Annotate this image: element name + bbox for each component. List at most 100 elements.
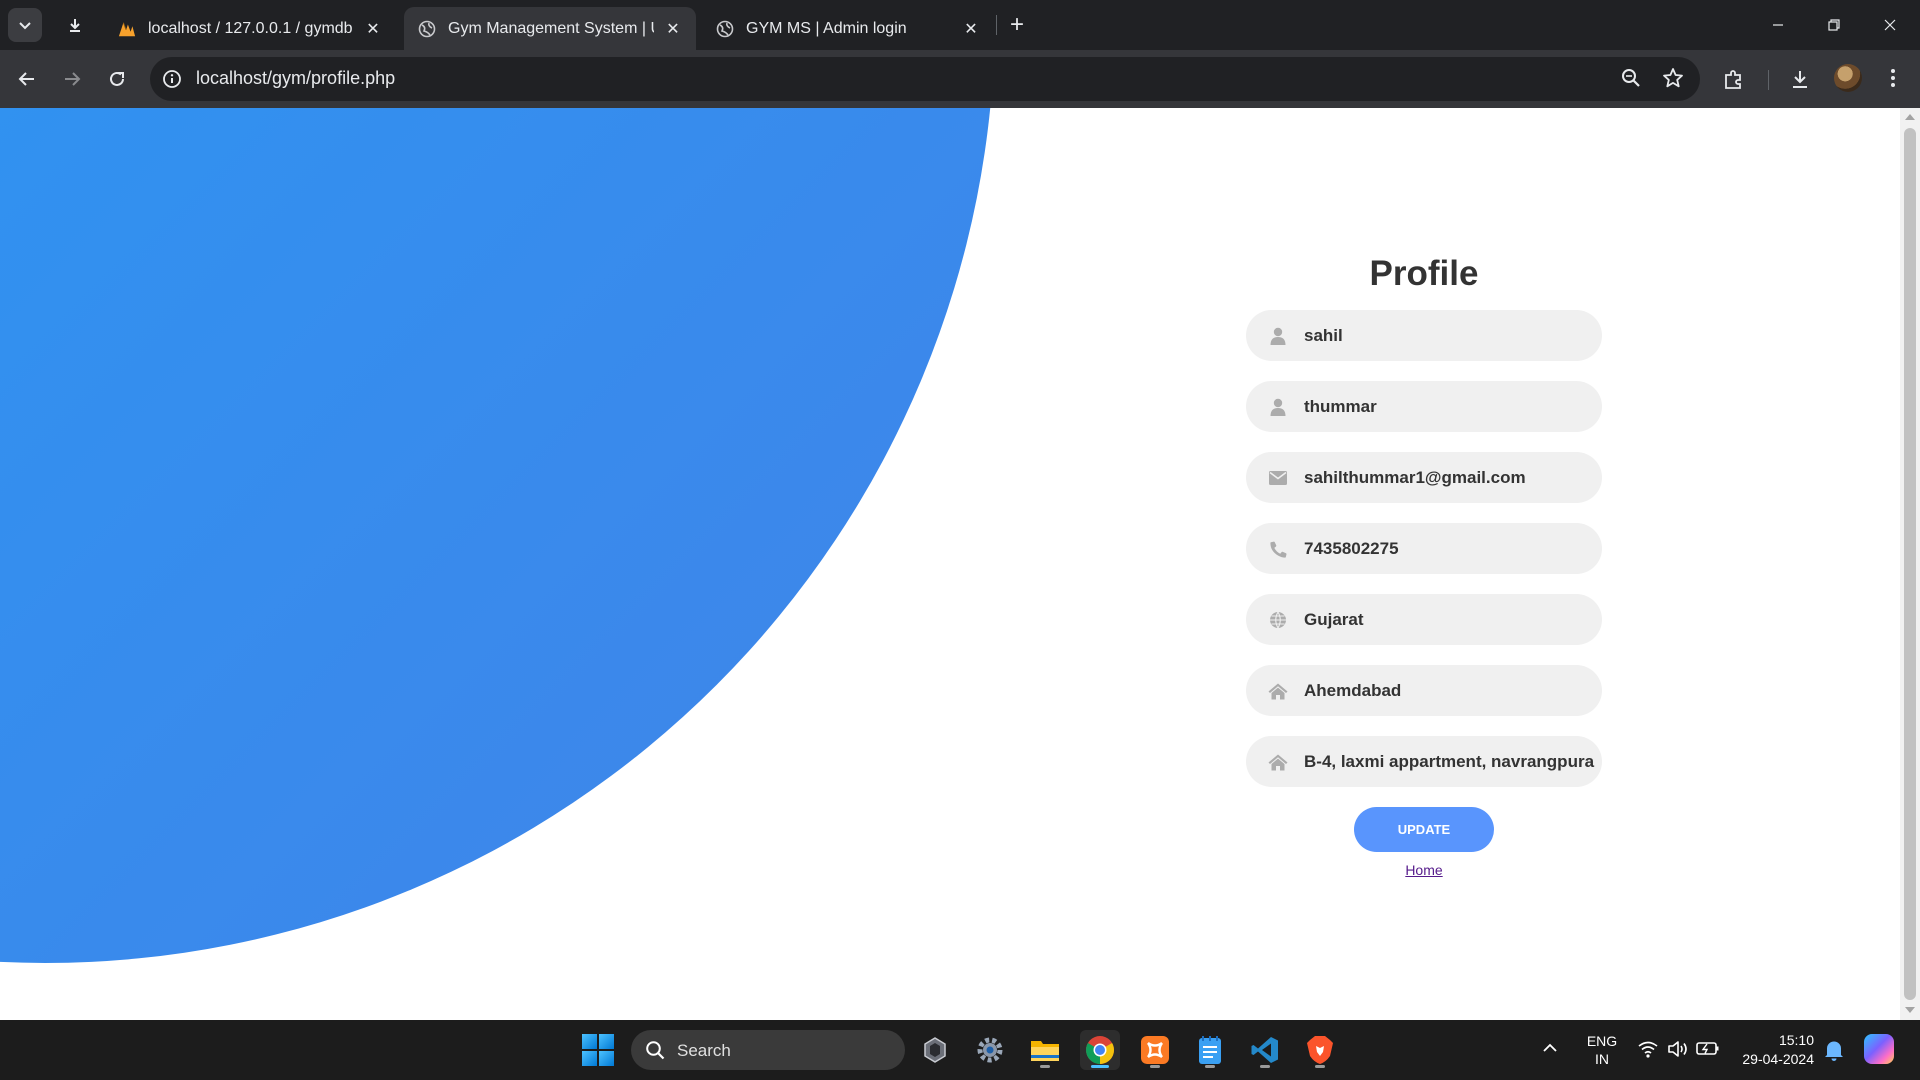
update-button[interactable]: UPDATE [1354, 807, 1494, 852]
user-icon [1268, 326, 1288, 346]
download-icon[interactable] [1789, 68, 1811, 95]
close-icon[interactable]: ✕ [960, 18, 982, 40]
home-icon [1268, 752, 1288, 772]
task-view-button[interactable] [915, 1030, 955, 1070]
tab-label: GYM MS | Admin login [746, 19, 907, 37]
tab-search-button[interactable] [8, 8, 42, 42]
settings-app[interactable] [970, 1030, 1010, 1070]
wifi-icon[interactable] [1638, 1040, 1658, 1063]
close-icon[interactable]: ✕ [662, 18, 684, 40]
page-viewport: Profile sahil thummar sahilthummar1@gmai… [0, 108, 1900, 1020]
address-bar[interactable]: localhost/gym/profile.php [150, 57, 1700, 101]
state-input[interactable] [1304, 594, 1596, 645]
window-close-button[interactable] [1862, 0, 1918, 50]
tab-label: localhost / 127.0.0.1 / gymdb | p [148, 19, 354, 37]
chrome-app[interactable] [1080, 1030, 1120, 1070]
tab-gym-management-system[interactable]: Gym Management System | User ✕ [404, 7, 696, 50]
phone-field[interactable] [1246, 523, 1602, 574]
running-indicator [1315, 1065, 1325, 1068]
tab-phpmyadmin[interactable]: localhost / 127.0.0.1 / gymdb | p ✕ [104, 7, 396, 50]
home-icon [1268, 681, 1288, 701]
brave-icon [1307, 1036, 1333, 1064]
minimize-button[interactable] [1750, 0, 1806, 50]
globe-icon [418, 20, 436, 38]
puzzle-icon[interactable] [1723, 68, 1745, 95]
toolbar-separator [1768, 70, 1769, 90]
info-icon[interactable] [160, 67, 184, 91]
clock-time: 15:10 [1778, 1032, 1814, 1048]
restore-button[interactable] [1806, 0, 1862, 50]
last-name-input[interactable] [1304, 381, 1596, 432]
arrow-left-icon [18, 72, 34, 86]
address-field[interactable] [1246, 736, 1602, 787]
search-icon [645, 1040, 665, 1065]
tab-separator [996, 15, 997, 35]
chevron-down-icon [19, 22, 31, 30]
globe-icon [716, 20, 734, 38]
taskbar-search-label: Search [677, 1041, 731, 1060]
more-vert-icon[interactable] [1882, 66, 1904, 95]
city-field[interactable] [1246, 665, 1602, 716]
phone-input[interactable] [1304, 523, 1596, 574]
start-tile [582, 1034, 597, 1049]
browser-tab-bar: localhost / 127.0.0.1 / gymdb | p ✕ Gym … [0, 0, 1920, 50]
scroll-thumb[interactable] [1904, 128, 1916, 1000]
reload-button[interactable] [99, 61, 135, 97]
xampp-app[interactable] [1135, 1030, 1175, 1070]
star-icon[interactable] [1662, 67, 1684, 94]
battery-icon[interactable] [1696, 1040, 1720, 1061]
volume-icon[interactable] [1667, 1040, 1689, 1063]
bell-icon[interactable] [1824, 1039, 1844, 1066]
state-field[interactable] [1246, 594, 1602, 645]
file-explorer-icon [1031, 1041, 1059, 1061]
city-input[interactable] [1304, 665, 1596, 716]
user-icon [1268, 397, 1288, 417]
scroll-down-arrow[interactable] [1905, 1007, 1915, 1013]
background-circle [0, 108, 995, 963]
vscode-icon [1251, 1037, 1278, 1063]
back-button[interactable] [9, 61, 45, 97]
close-icon[interactable]: ✕ [362, 18, 384, 40]
language-indicator[interactable]: ENG IN [1580, 1032, 1624, 1068]
running-indicator [1040, 1065, 1050, 1068]
page-scrollbar[interactable] [1900, 108, 1920, 1020]
url-text[interactable]: localhost/gym/profile.php [196, 68, 395, 89]
xampp-icon [1141, 1036, 1169, 1064]
taskbar-search-box[interactable]: Search [631, 1030, 905, 1070]
zoom-icon[interactable] [1620, 67, 1642, 94]
avatar[interactable] [1834, 64, 1862, 92]
first-name-field[interactable] [1246, 310, 1602, 361]
windows-taskbar: Search ENG IN 15:10 29-04-2024 [0, 1020, 1920, 1080]
home-link[interactable]: Home [1246, 862, 1602, 878]
clock-date: 29-04-2024 [1742, 1051, 1814, 1067]
tab-label: Gym Management System | User [448, 19, 654, 37]
tab-admin-login[interactable]: GYM MS | Admin login ✕ [702, 7, 994, 50]
active-indicator [1091, 1065, 1109, 1068]
start-tile [599, 1051, 614, 1066]
phpmyadmin-icon [118, 20, 136, 38]
chevron-up-icon[interactable] [1542, 1040, 1558, 1061]
phone-icon [1268, 539, 1288, 559]
brave-app[interactable] [1300, 1030, 1340, 1070]
forward-button[interactable] [54, 61, 90, 97]
windows-start-icon[interactable] [582, 1034, 614, 1066]
address-input[interactable] [1304, 736, 1596, 787]
region-code: IN [1595, 1051, 1609, 1067]
last-name-field[interactable] [1246, 381, 1602, 432]
running-indicator [1260, 1065, 1270, 1068]
notepad-app[interactable] [1190, 1030, 1230, 1070]
file-explorer-app[interactable] [1025, 1030, 1065, 1070]
tab-download-button[interactable] [58, 8, 92, 42]
copilot-icon[interactable] [1864, 1034, 1894, 1064]
scroll-up-arrow[interactable] [1905, 114, 1915, 120]
email-input[interactable] [1304, 452, 1596, 503]
new-tab-button[interactable]: + [1002, 10, 1032, 40]
restore-icon [1828, 19, 1840, 31]
first-name-input[interactable] [1304, 310, 1596, 361]
language-code: ENG [1586, 1033, 1618, 1049]
vscode-app[interactable] [1245, 1030, 1285, 1070]
system-clock[interactable]: 15:10 29-04-2024 [1734, 1031, 1814, 1069]
globe-icon [1268, 610, 1288, 630]
email-field[interactable] [1246, 452, 1602, 503]
download-icon [70, 19, 80, 32]
